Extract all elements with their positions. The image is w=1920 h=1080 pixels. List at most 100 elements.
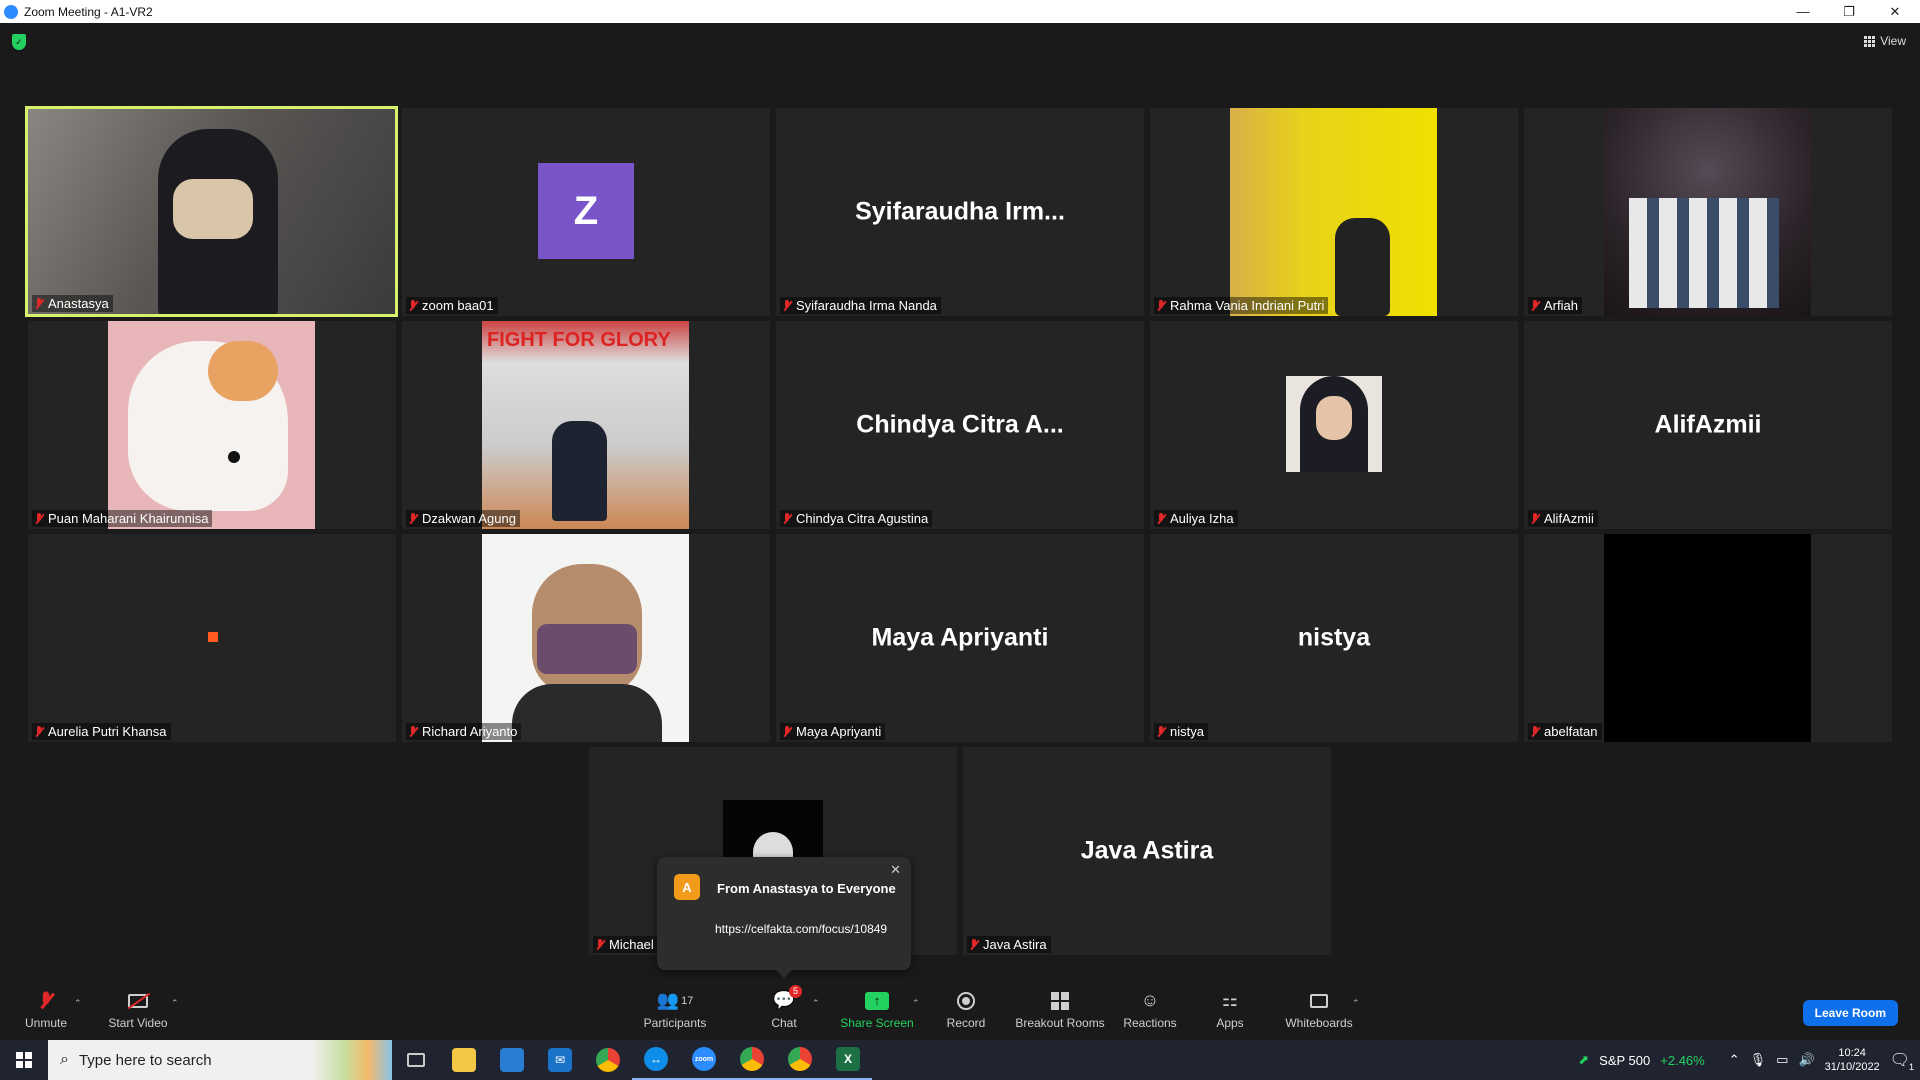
view-button[interactable]: View xyxy=(1864,34,1906,48)
record-button[interactable]: Record xyxy=(942,980,990,1040)
video-tile[interactable]: FIGHT FOR GLORY Dzakwan Agung xyxy=(402,321,770,529)
mail-button[interactable]: ✉ xyxy=(536,1040,584,1080)
unmute-button[interactable]: Unmute xyxy=(22,980,70,1040)
chrome-icon xyxy=(740,1047,764,1071)
mic-muted-icon xyxy=(408,299,418,312)
video-off-icon xyxy=(126,991,151,1011)
mic-muted-icon xyxy=(34,725,44,738)
close-notification-icon[interactable]: ✕ xyxy=(890,862,901,878)
mic-muted-icon xyxy=(1530,725,1540,738)
chat-notification-message[interactable]: https://celfakta.com/focus/10849 xyxy=(715,921,900,937)
participant-display-name: Chindya Citra A... xyxy=(856,410,1064,439)
video-tile[interactable]: abelfatan xyxy=(1524,534,1892,742)
chrome-button[interactable] xyxy=(584,1040,632,1080)
whiteboards-button[interactable]: Whiteboards xyxy=(1282,980,1356,1040)
chrome-profile-button[interactable] xyxy=(728,1040,776,1080)
task-view-button[interactable] xyxy=(392,1040,440,1080)
participant-name: Michael xyxy=(609,937,654,952)
share-options-caret[interactable]: ⌃ xyxy=(912,998,920,1009)
video-tile[interactable]: Auliya Izha xyxy=(1150,321,1518,529)
participant-label: Dzakwan Agung xyxy=(406,510,520,527)
participant-label: Chindya Citra Agustina xyxy=(780,510,933,527)
share-screen-button[interactable]: ↑ Share Screen xyxy=(840,980,914,1040)
folder-icon xyxy=(452,1048,476,1072)
participant-display-name: Maya Apriyanti xyxy=(871,623,1049,652)
participant-name: Anastasya xyxy=(48,296,109,311)
window-title: Zoom Meeting - A1-VR2 xyxy=(24,4,153,19)
security-shield-icon[interactable] xyxy=(12,34,26,50)
cartoon-hamster-ear xyxy=(208,341,278,401)
face-mask xyxy=(537,624,637,674)
poster-text: FIGHT FOR GLORY xyxy=(487,329,671,351)
participant-display-name: Java Astira xyxy=(1080,836,1214,865)
mail-icon: ✉ xyxy=(548,1048,572,1072)
profile-photo xyxy=(1230,108,1437,316)
video-tile[interactable]: Anastasya xyxy=(25,106,398,317)
teamviewer-button[interactable]: ↔ xyxy=(632,1040,680,1080)
video-tile[interactable]: nistya nistya xyxy=(1150,534,1518,742)
video-tile[interactable]: Richard Ariyanto xyxy=(402,534,770,742)
clock[interactable]: 10:24 31/10/2022 xyxy=(1825,1046,1880,1074)
clock-date: 31/10/2022 xyxy=(1824,1061,1880,1073)
store-button[interactable] xyxy=(488,1040,536,1080)
participant-display-name: nistya xyxy=(1297,623,1371,652)
participants-count: 17 xyxy=(681,994,694,1007)
leave-room-button[interactable]: Leave Room xyxy=(1802,1000,1898,1026)
stock-change[interactable]: +2.46% xyxy=(1660,1053,1704,1068)
reactions-button[interactable]: ☺ Reactions xyxy=(1120,980,1180,1040)
avatar-photo xyxy=(1286,376,1382,472)
participant-name: Puan Maharani Khairunnisa xyxy=(48,511,209,526)
volume-icon[interactable]: 🔊 xyxy=(1798,1052,1814,1068)
video-tile[interactable]: Arfiah xyxy=(1524,108,1892,316)
chat-badge: 5 xyxy=(788,984,802,998)
video-tile[interactable]: Puan Maharani Khairunnisa xyxy=(28,321,396,529)
breakout-rooms-button[interactable]: Breakout Rooms xyxy=(1012,980,1108,1040)
video-tile[interactable]: Maya Apriyanti Maya Apriyanti xyxy=(776,534,1144,742)
video-tile[interactable]: Syifaraudha Irm... Syifaraudha Irma Nand… xyxy=(776,108,1144,316)
notification-count: 1 xyxy=(1908,1062,1914,1072)
apps-button[interactable]: ⚏ Apps xyxy=(1210,980,1250,1040)
participant-name: Chindya Citra Agustina xyxy=(796,511,929,526)
network-icon[interactable]: ▭ xyxy=(1776,1052,1788,1068)
video-tile[interactable]: Z zoom baa01 xyxy=(402,108,770,316)
close-button[interactable]: ✕ xyxy=(1872,0,1918,23)
restore-button[interactable]: ❐ xyxy=(1826,0,1872,23)
participants-button[interactable]: 👥 17 Participants xyxy=(640,980,710,1040)
video-tile[interactable]: Java Astira Java Astira xyxy=(963,747,1331,955)
mic-muted-icon xyxy=(782,725,792,738)
notification-center-icon[interactable]: 🗨 1 xyxy=(1890,1050,1914,1072)
video-options-caret[interactable]: ⌃ xyxy=(171,998,179,1009)
search-icon: ⌕ xyxy=(60,1051,69,1068)
zoom-button[interactable]: zoom xyxy=(680,1040,728,1080)
chat-options-caret[interactable]: ⌃ xyxy=(812,998,820,1009)
start-video-button[interactable]: Start Video xyxy=(106,980,170,1040)
video-tile[interactable]: AlifAzmii AlifAzmii xyxy=(1524,321,1892,529)
file-explorer-button[interactable] xyxy=(440,1040,488,1080)
whiteboards-options-caret[interactable]: ⌃ xyxy=(1352,998,1360,1009)
audio-options-caret[interactable]: ⌃ xyxy=(74,998,82,1009)
excel-button[interactable]: X xyxy=(824,1040,872,1080)
chrome-second-button[interactable] xyxy=(776,1040,824,1080)
headphones xyxy=(512,684,662,742)
stock-name[interactable]: S&P 500 xyxy=(1599,1053,1650,1068)
start-button[interactable] xyxy=(0,1040,48,1080)
video-tile[interactable]: Rahma Vania Indriani Putri xyxy=(1150,108,1518,316)
participant-label: Auliya Izha xyxy=(1154,510,1238,527)
participant-label: Syifaraudha Irma Nanda xyxy=(780,297,941,314)
chat-notification[interactable]: ✕ A From Anastasya to Everyone https://c… xyxy=(657,857,911,978)
video-tile[interactable]: Aurelia Putri Khansa xyxy=(28,534,396,742)
participant-name: Richard Ariyanto xyxy=(422,724,518,739)
participant-name: Rahma Vania Indriani Putri xyxy=(1170,298,1325,313)
mic-muted-icon xyxy=(34,297,44,310)
minimize-button[interactable]: — xyxy=(1780,0,1826,23)
video-tile[interactable]: Chindya Citra A... Chindya Citra Agustin… xyxy=(776,321,1144,529)
chrome-icon xyxy=(788,1047,812,1071)
microphone-icon[interactable]: 🎙 xyxy=(1750,1052,1767,1068)
person-silhouette xyxy=(552,421,607,521)
participant-label: abelfatan xyxy=(1528,723,1602,740)
show-hidden-icons-icon[interactable]: ⌃ xyxy=(1729,1052,1740,1068)
taskbar-search[interactable]: ⌕ Type here to search xyxy=(48,1040,392,1080)
mic-muted-icon xyxy=(408,512,418,525)
chat-button[interactable]: 💬 5 Chat xyxy=(764,980,804,1040)
cartoon-eye xyxy=(228,451,240,463)
